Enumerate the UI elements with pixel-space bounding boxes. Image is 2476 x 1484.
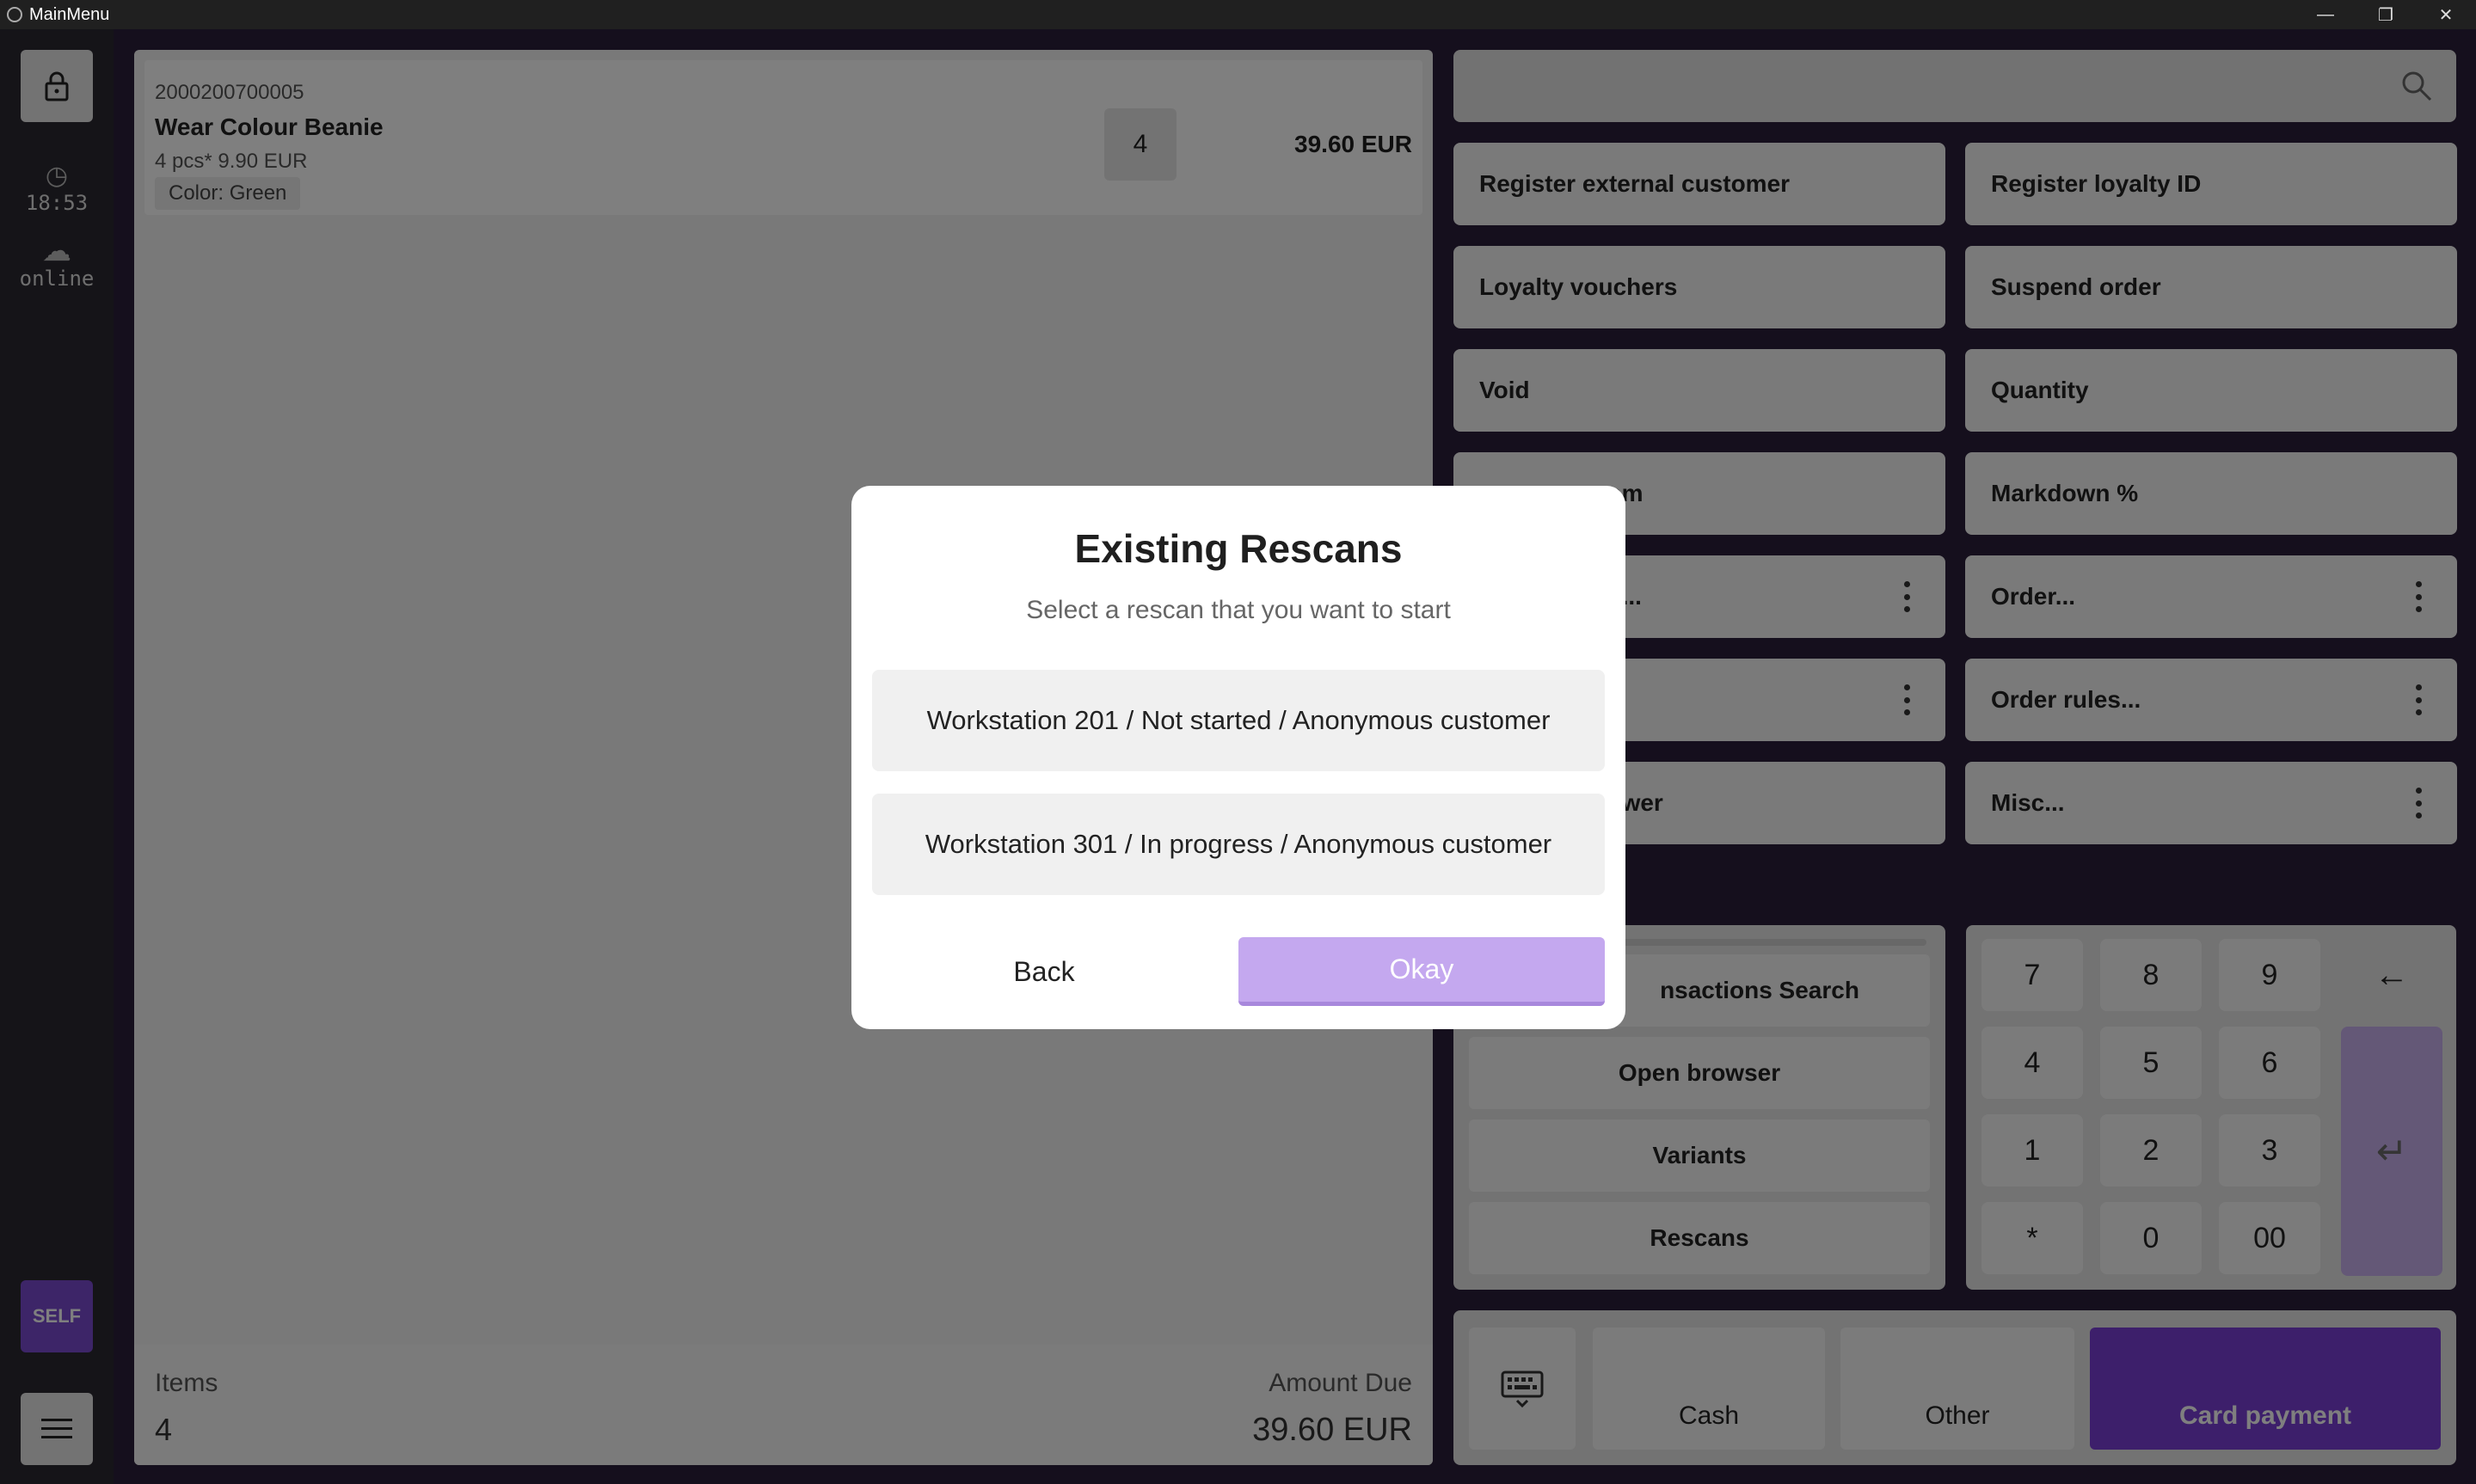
existing-rescans-dialog: Existing Rescans Select a rescan that yo… bbox=[851, 486, 1625, 1029]
restore-icon[interactable]: ❐ bbox=[2356, 0, 2416, 29]
app-icon bbox=[7, 7, 22, 22]
rescan-option[interactable]: Workstation 201 / Not started / Anonymou… bbox=[872, 670, 1605, 771]
rescan-option[interactable]: Workstation 301 / In progress / Anonymou… bbox=[872, 794, 1605, 895]
window-titlebar: MainMenu — ❐ ✕ bbox=[0, 0, 2476, 29]
back-button[interactable]: Back bbox=[872, 937, 1216, 1006]
minimize-icon[interactable]: — bbox=[2295, 0, 2356, 29]
dialog-subtitle: Select a rescan that you want to start bbox=[1026, 596, 1451, 624]
okay-button[interactable]: Okay bbox=[1238, 937, 1605, 1006]
window-controls: — ❐ ✕ bbox=[2295, 0, 2476, 29]
window-title: MainMenu bbox=[29, 4, 110, 24]
close-icon[interactable]: ✕ bbox=[2416, 0, 2476, 29]
dialog-title: Existing Rescans bbox=[1074, 526, 1403, 571]
